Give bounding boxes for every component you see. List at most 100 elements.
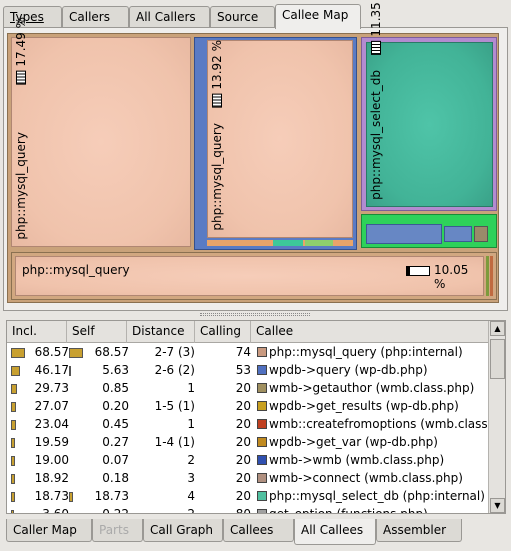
tab-label: Source <box>217 10 259 24</box>
incl-value: 19.00 <box>34 453 69 467</box>
cell-callee: wpdb->get_results (wp-db.php) <box>257 399 459 413</box>
map-block-sliver[interactable] <box>490 256 493 296</box>
table-row[interactable]: 27.07 0.20 1-5 (1) 20 wpdb->get_results (wp-… <box>7 398 488 416</box>
tab-label: All Callees <box>301 523 364 537</box>
block-percent-bar <box>406 266 430 276</box>
map-block-container-bottom[interactable]: php::mysql_query 10.05 % <box>11 252 497 300</box>
scroll-down-icon[interactable]: ▼ <box>490 498 505 513</box>
table-row[interactable]: 68.57 68.57 2-7 (3) 74 php::mysql_query (php… <box>7 344 488 362</box>
tab-callee-map[interactable]: Callee Map <box>275 4 361 29</box>
block-percent: 10.05 % <box>434 263 469 291</box>
vertical-scrollbar[interactable]: ▲ ▼ <box>488 321 505 513</box>
incl-value: 3.60 <box>42 507 69 513</box>
map-block-blue-b[interactable] <box>444 226 472 242</box>
self-bar <box>69 492 73 502</box>
callee-list[interactable]: Incl. Self Distance Calling Callee 68.57… <box>6 320 506 514</box>
table-row[interactable]: 3.60 0.22280 get_option (functions.php) <box>7 506 488 513</box>
map-block-mysql-query-2[interactable]: php::mysql_query 13.92 % <box>207 40 353 238</box>
block-percent: 13.92 % <box>210 40 224 90</box>
map-block-sliver[interactable] <box>486 256 489 296</box>
callee-name: wpdb->query (wp-db.php) <box>269 363 428 377</box>
incl-bar <box>11 474 15 484</box>
column-header-self[interactable]: Self <box>67 321 127 343</box>
cell-distance: 1 <box>187 417 195 431</box>
table-row[interactable]: 19.59 0.27 1-4 (1) 20 wpdb->get_var (wp-db.p… <box>7 434 488 452</box>
cell-distance: 1 <box>187 381 195 395</box>
scroll-thumb[interactable] <box>490 339 505 379</box>
tab-callers[interactable]: Callers <box>62 6 129 28</box>
cell-callee: php::mysql_query (php:internal) <box>257 345 463 359</box>
table-row[interactable]: 29.73 0.85 1 20 wmb->getauthor (wmb.class.ph… <box>7 380 488 398</box>
self-value: 0.27 <box>102 435 129 449</box>
tab-call-graph[interactable]: Call Graph <box>143 519 223 542</box>
map-block-small-strip[interactable] <box>305 240 333 246</box>
map-block-blue-a[interactable] <box>366 224 442 244</box>
map-block-mysql-query-4[interactable]: php::mysql_query 10.05 % <box>15 256 484 296</box>
column-header-incl[interactable]: Incl. <box>7 321 67 343</box>
map-block-container-select-db[interactable]: php::mysql_select_db 11.35 % <box>361 0 497 211</box>
callee-name: get_option (functions.php) <box>269 507 428 513</box>
callee-name: wmb->wmb (wmb.class.php) <box>269 453 445 467</box>
callee-name: wpdb->get_var (wp-db.php) <box>269 435 438 449</box>
column-header-calling[interactable]: Calling <box>195 321 251 343</box>
self-value: 0.22 <box>102 507 129 513</box>
map-block-tiny[interactable] <box>474 226 488 242</box>
map-block-label: php::mysql_query 17.49 % <box>14 17 28 240</box>
cell-calling: 20 <box>235 417 251 431</box>
self-value: 0.45 <box>102 417 129 431</box>
table-row[interactable]: 46.17 5.63 2-6 (2) 53 wpdb->query (wp-db.php… <box>7 362 488 380</box>
table-row[interactable]: 18.73 18.73 4 20 php::mysql_select_db (php:i… <box>7 488 488 506</box>
callee-color-swatch <box>257 347 267 357</box>
block-name: php::mysql_select_db <box>369 70 383 200</box>
column-header-label: Calling <box>200 324 241 338</box>
cell-distance: 2 <box>129 507 195 513</box>
map-block-green-group[interactable] <box>361 214 497 248</box>
table-row[interactable]: 19.00 0.07 2 20 wmb->wmb (wmb.class.php) <box>7 452 488 470</box>
table-row[interactable]: 23.04 0.45 1 20 wmb::createfromoptions (wmb.… <box>7 416 488 434</box>
callee-color-swatch <box>257 509 267 513</box>
tab-types[interactable]: Types <box>3 6 62 28</box>
cell-calling: 74 <box>235 345 251 359</box>
block-percent: 11.35 % <box>369 0 383 37</box>
map-block-wpdb-query[interactable]: php::mysql_query 13.92 % <box>194 37 357 250</box>
self-value: 68.57 <box>94 345 129 359</box>
tab-all-callers[interactable]: All Callers <box>129 6 210 28</box>
scroll-up-icon[interactable]: ▲ <box>490 321 505 336</box>
column-header-callee[interactable]: Callee <box>251 321 488 343</box>
self-bar <box>69 366 71 376</box>
map-block-small-strip[interactable] <box>273 240 303 246</box>
cell-distance: 2-7 (3) <box>154 345 195 359</box>
cell-callee: wpdb->query (wp-db.php) <box>257 363 428 377</box>
tab-source[interactable]: Source <box>210 6 275 28</box>
map-block-mysql-select-db[interactable]: php::mysql_select_db 11.35 % <box>366 0 493 207</box>
incl-value: 68.57 <box>34 345 69 359</box>
cell-callee: wmb->wmb (wmb.class.php) <box>257 453 444 467</box>
block-percent: 17.49 % <box>14 17 28 67</box>
incl-bar <box>11 384 17 394</box>
column-header-distance[interactable]: Distance <box>127 321 195 343</box>
table-row[interactable]: 18.92 0.18 3 20 wmb->connect (wmb.class.php) <box>7 470 488 488</box>
cell-callee: get_option (functions.php) <box>257 507 428 513</box>
map-block-label: php::mysql_query 13.92 % <box>210 40 224 231</box>
incl-value: 18.73 <box>34 489 69 503</box>
cell-distance: 3 <box>187 471 195 485</box>
callee-map[interactable]: php::mysql_query 17.49 % php::mysql_quer… <box>7 0 499 303</box>
tab-parts: Parts <box>92 519 143 542</box>
incl-bar <box>11 348 25 358</box>
tab-all-callees[interactable]: All Callees <box>294 519 376 545</box>
tab-assembler[interactable]: Assembler <box>376 519 462 542</box>
splitter-handle[interactable] <box>200 313 310 316</box>
block-percent-bar <box>212 93 222 108</box>
tab-caller-map[interactable]: Caller Map <box>6 519 92 542</box>
incl-bar <box>11 510 14 513</box>
cell-calling: 53 <box>235 363 251 377</box>
column-header-label: Incl. <box>12 324 37 338</box>
tab-label: Callee Map <box>282 8 349 22</box>
callee-color-swatch <box>257 401 267 411</box>
tab-callees[interactable]: Callees <box>223 519 294 542</box>
map-block-mysql-query-1[interactable]: php::mysql_query 17.49 % <box>11 17 191 247</box>
callee-color-swatch <box>257 473 267 483</box>
tab-label: Call Graph <box>150 523 214 537</box>
callee-name: php::mysql_query (php:internal) <box>269 345 463 359</box>
column-header-label: Callee <box>256 324 294 338</box>
